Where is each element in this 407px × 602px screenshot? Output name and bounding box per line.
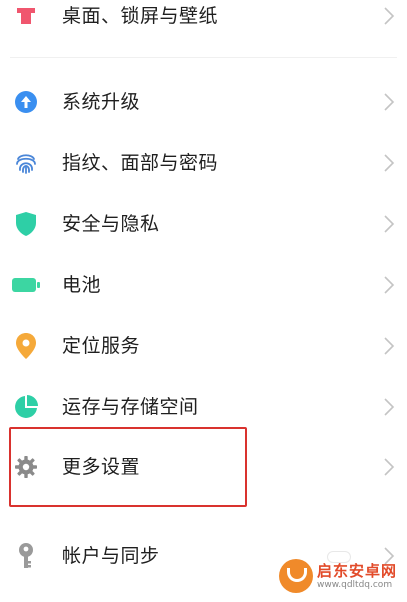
settings-item-wallpaper[interactable]: 桌面、锁屏与壁纸 xyxy=(0,0,407,44)
settings-item-fingerprint[interactable]: 指纹、面部与密码 xyxy=(0,135,407,191)
settings-item-battery[interactable]: 电池 xyxy=(0,257,407,313)
chevron-right-icon xyxy=(384,154,395,172)
location-pin-icon xyxy=(12,332,40,360)
section-divider xyxy=(10,57,397,58)
wallpaper-icon xyxy=(12,2,40,30)
watermark-url: www.qdltdq.com xyxy=(317,579,393,590)
upgrade-arrow-icon xyxy=(12,88,40,116)
settings-item-label: 系统升级 xyxy=(62,91,141,113)
chevron-right-icon xyxy=(384,7,395,25)
settings-item-label: 桌面、锁屏与壁纸 xyxy=(62,5,219,27)
chevron-right-icon xyxy=(384,93,395,111)
settings-item-system-upgrade[interactable]: 系统升级 xyxy=(0,74,407,130)
settings-screen: 桌面、锁屏与壁纸 系统升级 指纹、面部与密码 安全与隐私 电池 定位服务 运存与… xyxy=(0,0,407,602)
highlight-annotation-box xyxy=(9,427,247,507)
chevron-right-icon xyxy=(384,337,395,355)
settings-item-label: 运存与存储空间 xyxy=(62,396,199,418)
watermark-logo-icon xyxy=(279,559,313,593)
settings-item-label: 安全与隐私 xyxy=(62,213,160,235)
site-watermark: 启东安卓网 www.qdltdq.com xyxy=(279,556,403,596)
chevron-right-icon xyxy=(384,215,395,233)
storage-pie-icon xyxy=(12,393,40,421)
settings-item-label: 电池 xyxy=(62,274,102,296)
watermark-name: 启东安卓网 xyxy=(317,561,398,580)
settings-item-security[interactable]: 安全与隐私 xyxy=(0,196,407,252)
chevron-right-icon xyxy=(384,276,395,294)
shield-icon xyxy=(12,210,40,238)
settings-item-location[interactable]: 定位服务 xyxy=(0,318,407,374)
fingerprint-icon xyxy=(12,149,40,177)
chevron-right-icon xyxy=(384,398,395,416)
chevron-right-icon xyxy=(384,458,395,476)
settings-item-label: 帐户与同步 xyxy=(62,545,160,567)
battery-icon xyxy=(12,271,40,299)
key-icon xyxy=(12,542,40,570)
settings-item-label: 指纹、面部与密码 xyxy=(62,152,219,174)
settings-item-label: 定位服务 xyxy=(62,335,141,357)
